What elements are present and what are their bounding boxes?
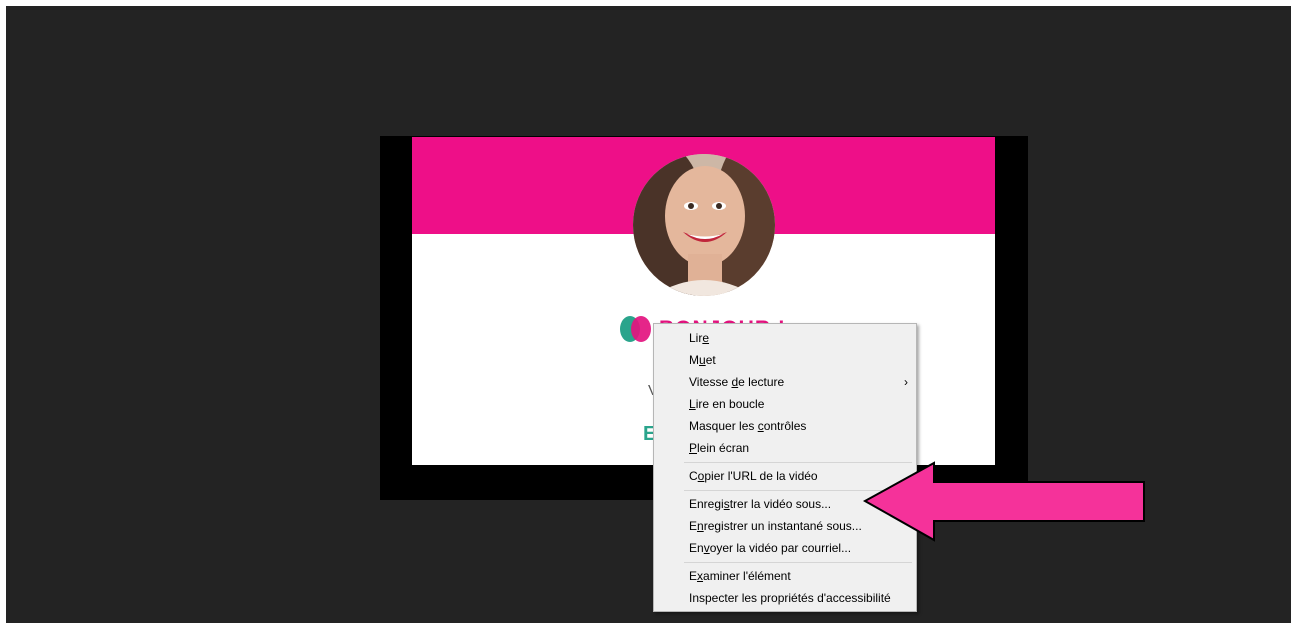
menu-item-plein-ecran[interactable]: Plein écran (654, 437, 916, 459)
menu-item-muet[interactable]: Muet (654, 349, 916, 371)
menu-item-label: Enregistrer la vidéo sous... (689, 497, 832, 511)
menu-item-inspecter[interactable]: Inspecter les propriétés d'accessibilité (654, 587, 916, 609)
menu-item-label: Enregistrer un instantané sous... (689, 519, 862, 533)
menu-separator (684, 562, 912, 563)
menu-item-envoyer[interactable]: Envoyer la vidéo par courriel... (654, 537, 916, 559)
heart-logo-icon (620, 316, 651, 342)
video-context-menu: Lire Muet Vitesse de lecture › Lire en b… (653, 323, 917, 612)
avatar-portrait (633, 154, 775, 296)
menu-item-label: Plein écran (689, 441, 750, 455)
menu-item-label: Lire en boucle (689, 397, 765, 411)
menu-item-examiner[interactable]: Examiner l'élément (654, 565, 916, 587)
menu-item-label: Muet (689, 353, 716, 367)
menu-separator (684, 462, 912, 463)
menu-item-label: Copier l'URL de la vidéo (689, 469, 818, 483)
presenter-avatar (633, 154, 775, 296)
menu-item-label: Envoyer la vidéo par courriel... (689, 541, 852, 555)
menu-item-label: Examiner l'élément (689, 569, 791, 583)
menu-item-label: Masquer les contrôles (689, 419, 807, 433)
submenu-chevron-icon: › (904, 375, 908, 389)
menu-item-vitesse[interactable]: Vitesse de lecture › (654, 371, 916, 393)
menu-item-label: Inspecter les propriétés d'accessibilité (689, 591, 891, 605)
menu-item-lire[interactable]: Lire (654, 327, 916, 349)
menu-item-enregistrer-instantane[interactable]: Enregistrer un instantané sous... (654, 515, 916, 537)
menu-separator (684, 490, 912, 491)
menu-item-boucle[interactable]: Lire en boucle (654, 393, 916, 415)
menu-item-enregistrer-video[interactable]: Enregistrer la vidéo sous... (654, 493, 916, 515)
video-viewer-background: BONJOUR ! F Vid Eq (6, 6, 1291, 623)
menu-item-label: Vitesse de lecture (689, 375, 785, 389)
menu-item-masquer[interactable]: Masquer les contrôles (654, 415, 916, 437)
menu-item-copier-url[interactable]: Copier l'URL de la vidéo (654, 465, 916, 487)
menu-item-label: Lire (689, 331, 710, 345)
